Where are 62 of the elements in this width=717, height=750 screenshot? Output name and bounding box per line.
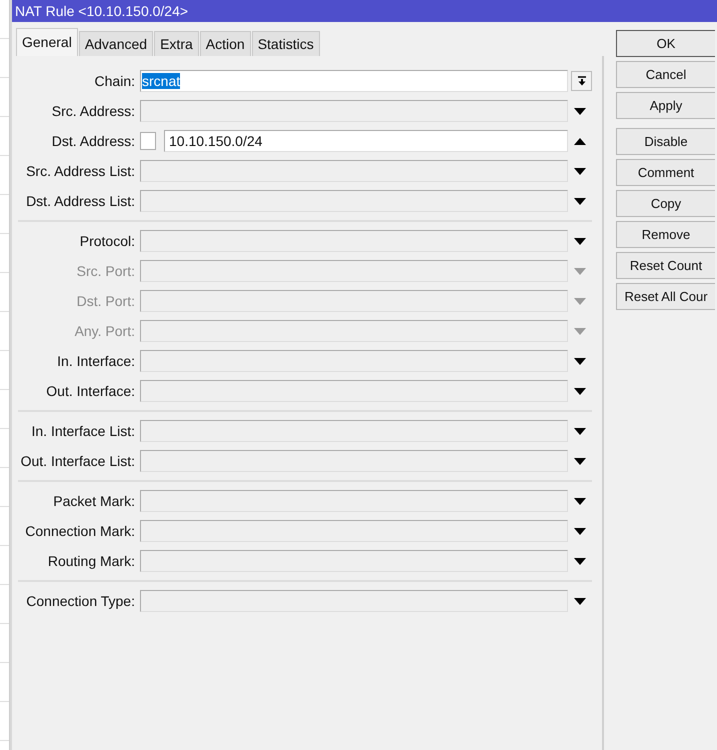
address-field[interactable]: 10.10.150.0/24 [164, 130, 568, 152]
dialog-button[interactable]: Remove [616, 221, 715, 248]
dropdown-field[interactable] [140, 550, 568, 572]
window-title: NAT Rule <10.10.150.0/24> [12, 0, 717, 22]
dialog-button[interactable]: Apply [616, 92, 715, 119]
field-label: Connection Type: [25, 592, 135, 611]
dropdown-field[interactable] [140, 490, 568, 512]
dropdown-field[interactable] [140, 190, 568, 212]
field-label: Dst. Address: [50, 132, 135, 150]
tab[interactable]: Extra [154, 31, 199, 56]
dropdown-arrow-icon[interactable] [574, 458, 586, 464]
field-label: Dst. Port: [76, 292, 135, 310]
dialog-button[interactable]: Comment [616, 159, 715, 186]
dropdown-field[interactable] [140, 100, 568, 122]
field-label: Packet Mark: [52, 492, 135, 510]
tab[interactable]: Action [200, 31, 251, 56]
field-label: Src. Port: [76, 262, 135, 280]
dropdown-field[interactable] [140, 230, 568, 252]
dropdown-arrow-icon[interactable] [574, 358, 586, 364]
dropdown-field[interactable] [140, 380, 568, 402]
field-label: In. Interface List: [30, 422, 135, 440]
dropdown-button[interactable] [571, 71, 592, 91]
dropdown-arrow-icon[interactable] [574, 198, 586, 204]
down-arrow-icon[interactable] [576, 76, 586, 86]
dropdown-arrow-icon[interactable] [574, 428, 586, 434]
field-label: Src. Address List: [25, 162, 135, 180]
dropdown-arrow-icon[interactable] [574, 238, 586, 244]
dropdown-arrow-icon[interactable] [574, 558, 586, 564]
tab[interactable]: Advanced [78, 31, 154, 56]
up-arrow-icon[interactable] [574, 138, 586, 144]
dropdown-field[interactable] [140, 160, 568, 182]
field-label: Protocol: [78, 232, 135, 250]
field-label: Src. Address: [50, 102, 135, 120]
dropdown-field[interactable] [140, 420, 568, 442]
dialog-button[interactable]: Disable [616, 128, 715, 155]
field-label: Routing Mark: [46, 552, 135, 571]
dropdown-field[interactable] [140, 520, 568, 542]
negate-checkbox[interactable] [140, 132, 156, 150]
dropdown-arrow-icon[interactable] [574, 498, 586, 504]
dialog-button[interactable]: OK [616, 30, 715, 57]
dropdown-arrow-icon[interactable] [574, 598, 586, 604]
dropdown-arrow-icon[interactable] [574, 388, 586, 394]
tab[interactable]: General [16, 28, 78, 56]
dialog-button[interactable]: Cancel [616, 61, 715, 88]
dropdown-field[interactable] [140, 590, 568, 612]
dropdown-field[interactable] [140, 450, 568, 472]
field-label: Any. Port: [74, 322, 135, 341]
tab[interactable]: Statistics [252, 31, 320, 56]
combo-field[interactable]: srcnat [140, 70, 568, 92]
field-label: Out. Interface List: [20, 452, 135, 470]
field-label: Out. Interface: [45, 382, 135, 400]
dialog-button[interactable]: Reset Count [616, 252, 715, 279]
dropdown-arrow-icon[interactable] [574, 108, 586, 114]
dialog-button[interactable]: Reset All Cour [616, 283, 715, 310]
field-label: Dst. Address List: [25, 192, 135, 210]
dropdown-arrow-icon[interactable] [574, 528, 586, 534]
dropdown-arrow-icon[interactable] [574, 168, 586, 174]
field-label: Chain: [94, 72, 135, 90]
dropdown-field[interactable] [140, 350, 568, 372]
field-label: Connection Mark: [24, 522, 135, 540]
dialog-button[interactable]: Copy [616, 190, 715, 217]
field-label: In. Interface: [56, 352, 135, 370]
